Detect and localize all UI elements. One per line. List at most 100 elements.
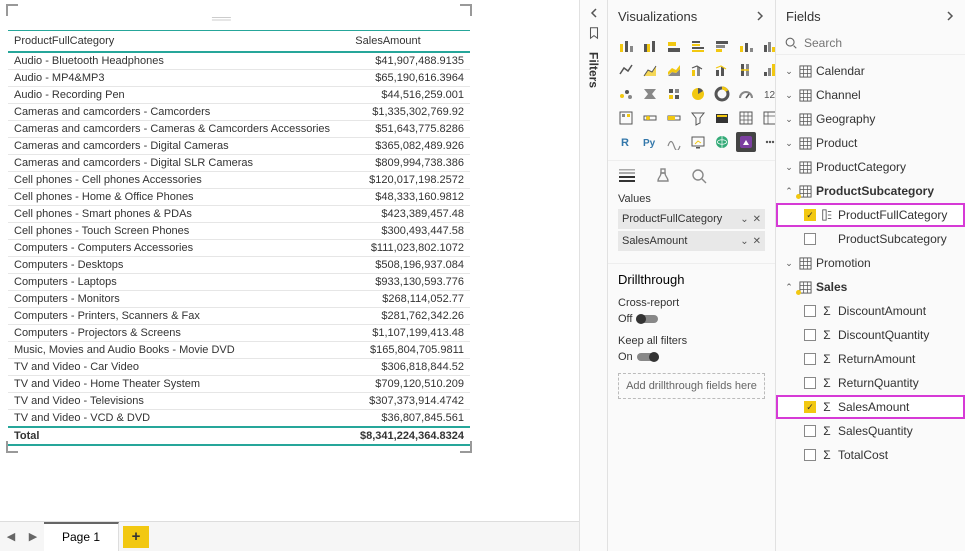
viz-ribbon-icon[interactable] [736,60,756,80]
viz-clustered-column-icon[interactable] [736,36,756,56]
well-item-productfullcategory[interactable]: ProductFullCategory ⌄✕ [618,209,765,229]
field-returnamount[interactable]: ΣReturnAmount [776,347,965,371]
table-row[interactable]: Music, Movies and Audio Books - Movie DV… [8,342,470,359]
checkbox-icon[interactable] [804,353,816,365]
viz-funnel-icon[interactable] [640,84,660,104]
viz-kpi-bar-icon[interactable] [664,108,684,128]
checkbox-icon[interactable] [804,233,816,245]
table-row[interactable]: Audio - Recording Pen$44,516,259.001 [8,87,470,104]
fields-well-tab-icon[interactable] [618,167,636,185]
viz-slicer-icon[interactable] [688,108,708,128]
collapse-viz-icon[interactable] [755,11,765,21]
collapse-icon[interactable]: ⌃ [784,282,794,293]
cross-report-toggle[interactable]: Off [618,313,765,325]
table-calendar[interactable]: ⌄Calendar [776,59,965,83]
table-row[interactable]: Cameras and camcorders - Camcorders$1,33… [8,104,470,121]
viz-q-and-a-icon[interactable] [688,132,708,152]
resize-handle-tr[interactable] [460,4,472,16]
page-prev-icon[interactable]: ◀ [0,530,22,543]
viz-r-visual-icon[interactable]: R [616,132,636,152]
table-row[interactable]: Cell phones - Smart phones & PDAs$423,38… [8,206,470,223]
column-header-amount[interactable]: SalesAmount [349,31,470,53]
checkbox-icon[interactable] [804,305,816,317]
expand-filters-icon[interactable] [589,8,599,18]
drag-grip-icon[interactable]: ══ [212,10,230,26]
table-channel[interactable]: ⌄Channel [776,83,965,107]
analytics-tab-icon[interactable] [690,167,708,185]
expand-icon[interactable]: ⌄ [784,258,794,269]
expand-icon[interactable]: ⌄ [784,66,794,77]
table-row[interactable]: Audio - Bluetooth Headphones$41,907,488.… [8,52,470,70]
viz-panel-header[interactable]: Visualizations [608,0,775,32]
viz-clustered-bar-icon[interactable] [640,36,660,56]
viz-gauge-icon[interactable] [736,84,756,104]
viz-stacked-barh-icon[interactable] [664,36,684,56]
table-visual[interactable]: ══ ProductFullCategory SalesAmount Audio… [8,6,470,451]
table-geography[interactable]: ⌄Geography [776,107,965,131]
viz-py-visual-icon[interactable]: Py [640,132,660,152]
checkbox-icon[interactable] [804,425,816,437]
resize-handle-br[interactable] [460,441,472,453]
expand-icon[interactable]: ⌄ [784,114,794,125]
viz-table-icon[interactable] [712,108,732,128]
filters-collapsed-pane[interactable]: Filters [579,0,607,551]
table-product[interactable]: ⌄Product [776,131,965,155]
fields-search[interactable] [776,32,965,55]
field-returnquantity[interactable]: ΣReturnQuantity [776,371,965,395]
table-row[interactable]: TV and Video - Televisions$307,373,914.4… [8,393,470,410]
table-row[interactable]: Cell phones - Touch Screen Phones$300,49… [8,223,470,240]
viz-100-barh-icon[interactable] [712,36,732,56]
checkbox-checked-icon[interactable]: ✓ [804,401,816,413]
table-row[interactable]: Cameras and camcorders - Digital Cameras… [8,138,470,155]
table-row[interactable]: TV and Video - VCD & DVD$36,807,845.561 [8,410,470,428]
expand-icon[interactable]: ⌄ [784,90,794,101]
table-productsubcategory[interactable]: ⌃ProductSubcategory [776,179,965,203]
table-row[interactable]: Cell phones - Cell phones Accessories$12… [8,172,470,189]
remove-field-icon[interactable]: ✕ [753,236,761,247]
viz-kpi-icon[interactable] [640,108,660,128]
viz-line-icon[interactable] [616,60,636,80]
table-row[interactable]: Computers - Printers, Scanners & Fax$281… [8,308,470,325]
viz-donut-icon[interactable] [712,84,732,104]
page-next-icon[interactable]: ▶ [22,530,44,543]
table-productcategory[interactable]: ⌄ProductCategory [776,155,965,179]
collapse-icon[interactable]: ⌃ [784,186,794,197]
search-input[interactable] [804,36,959,50]
table-row[interactable]: Computers - Projectors & Screens$1,107,1… [8,325,470,342]
viz-stacked-area-icon[interactable] [664,60,684,80]
column-header-category[interactable]: ProductFullCategory [8,31,349,53]
format-tab-icon[interactable] [654,167,672,185]
table-row[interactable]: Computers - Monitors$268,114,052.77 [8,291,470,308]
table-row[interactable]: Cameras and camcorders - Cameras & Camco… [8,121,470,138]
table-sales[interactable]: ⌃Sales [776,275,965,299]
remove-field-icon[interactable]: ✕ [753,214,761,225]
table-row[interactable]: Cell phones - Home & Office Phones$48,33… [8,189,470,206]
add-page-button[interactable]: + [123,526,149,548]
well-item-salesamount[interactable]: SalesAmount ⌄✕ [618,231,765,251]
viz-area-icon[interactable] [640,60,660,80]
viz-clustered-barh-icon[interactable] [688,36,708,56]
table-row[interactable]: TV and Video - Home Theater System$709,1… [8,376,470,393]
collapse-fields-icon[interactable] [945,11,955,21]
viz-table-visual-icon[interactable] [736,108,756,128]
field-discountquantity[interactable]: ΣDiscountQuantity [776,323,965,347]
viz-stacked-bar-icon[interactable] [616,36,636,56]
page-tab-1[interactable]: Page 1 [44,522,119,551]
field-salesquantity[interactable]: ΣSalesQuantity [776,419,965,443]
expand-icon[interactable]: ⌄ [784,138,794,149]
viz-key-influencers-icon[interactable] [664,132,684,152]
table-row[interactable]: Cameras and camcorders - Digital SLR Cam… [8,155,470,172]
resize-handle-tl[interactable] [6,4,18,16]
field-productsubcategory[interactable]: ProductSubcategory [776,227,965,251]
table-row[interactable]: Computers - Laptops$933,130,593.776 [8,274,470,291]
viz-scatter-icon[interactable] [616,84,636,104]
checkbox-icon[interactable] [804,449,816,461]
chevron-down-icon[interactable]: ⌄ [740,214,748,225]
chevron-down-icon[interactable]: ⌄ [740,236,748,247]
table-row[interactable]: TV and Video - Car Video$306,818,844.52 [8,359,470,376]
viz-treemap-icon[interactable] [664,84,684,104]
keep-filters-toggle[interactable]: On [618,351,765,363]
viz-powerapps-icon[interactable] [736,132,756,152]
field-discountamount[interactable]: ΣDiscountAmount [776,299,965,323]
table-row[interactable]: Computers - Computers Accessories$111,02… [8,240,470,257]
